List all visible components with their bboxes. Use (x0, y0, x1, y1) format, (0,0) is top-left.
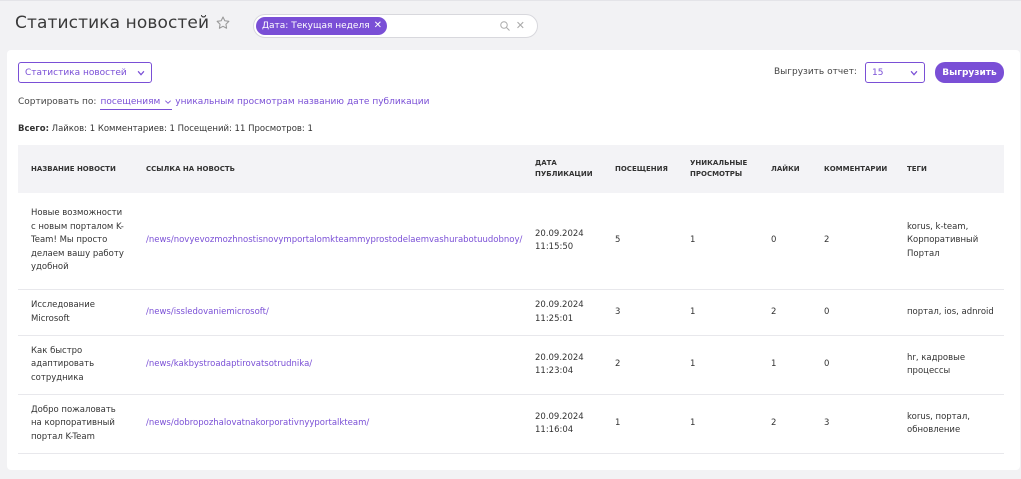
publish-date-time: 11:23:04 (535, 366, 574, 376)
totals-text: Лайков: 1 Комментариев: 1 Посещений: 11 … (51, 124, 313, 134)
news-tags: портал, ios, adnroid (907, 306, 994, 317)
filter-chip-label: Дата: Текущая неделя (262, 21, 370, 31)
likes-count: 1 (771, 359, 777, 370)
publish-date-time: 11:15:50 (535, 242, 574, 252)
export-button[interactable]: Выгрузить (935, 62, 1004, 83)
table-row: Добро пожаловать на корпоративный портал… (18, 395, 1004, 454)
publish-date-day: 20.09.2024 (535, 300, 584, 310)
publish-date-time: 11:16:04 (535, 425, 574, 435)
page-size-value: 15 (872, 67, 884, 78)
sort-option-visits[interactable]: посещениям (100, 97, 173, 110)
likes-count: 2 (771, 418, 777, 429)
column-header-unique[interactable]: Уникальные просмотры (686, 158, 767, 180)
filter-chip-date[interactable]: Дата: Текущая неделя ✕ (256, 17, 387, 35)
publish-date-day: 20.09.2024 (535, 411, 584, 422)
page-title: Статистика новостей (15, 13, 210, 33)
table-row: Новые возможности с новым порталом K-Tea… (18, 193, 1004, 290)
comments-count: 0 (824, 359, 830, 370)
sort-option-date[interactable]: дате публикации (347, 97, 430, 107)
totals-label: Всего: (18, 124, 49, 134)
chevron-down-icon (165, 100, 172, 104)
publish-date-day: 20.09.2024 (535, 352, 584, 363)
news-link[interactable]: /news/issledovaniemicrosoft/ (132, 306, 531, 320)
comments-count: 3 (824, 418, 830, 429)
unique-views-count: 1 (690, 235, 696, 246)
unique-views-count: 1 (690, 418, 696, 429)
chevron-down-icon (137, 70, 145, 76)
news-table: Название новости Ссылка на новость Дата … (18, 145, 1004, 454)
sort-option-unique[interactable]: уникальным просмотрам (175, 97, 294, 107)
news-tags: hr, кадровые процессы (907, 352, 966, 377)
publish-date: 20.09.2024 11:23:04 (531, 352, 611, 379)
export-label: Выгрузить отчет: (774, 67, 857, 77)
news-title: Исследование Microsoft (31, 300, 95, 324)
search-icon[interactable] (499, 20, 511, 32)
column-header-comments[interactable]: Комментарии (820, 164, 903, 175)
page-title-wrap: Статистика новостей (15, 13, 231, 33)
column-header-tags[interactable]: Теги (903, 164, 1004, 175)
likes-count: 2 (771, 306, 777, 317)
publish-date: 20.09.2024 11:16:04 (531, 411, 611, 438)
comments-count: 2 (824, 235, 830, 246)
close-icon[interactable]: ✕ (374, 21, 382, 31)
visits-count: 2 (615, 359, 621, 370)
unique-views-count: 1 (690, 359, 696, 370)
comments-count: 0 (824, 306, 830, 317)
sort-label: Сортировать по: (18, 97, 97, 107)
table-header: Название новости Ссылка на новость Дата … (18, 145, 1004, 193)
top-divider (0, 0, 1021, 1)
publish-date-time: 11:25:01 (535, 313, 574, 324)
column-header-link[interactable]: Ссылка на новость (132, 164, 531, 175)
likes-count: 0 (771, 235, 777, 246)
totals-summary: Всего: Лайков: 1 Комментариев: 1 Посещен… (18, 124, 313, 134)
star-icon[interactable] (215, 15, 231, 31)
visits-count: 1 (615, 418, 621, 429)
news-link[interactable]: /news/kakbystroadaptirovatsotrudnika/ (132, 358, 531, 372)
publish-date-day: 20.09.2024 (535, 228, 584, 239)
publish-date: 20.09.2024 11:15:50 (531, 228, 611, 255)
news-link[interactable]: /news/dobropozhalovatnakorporativnyyport… (132, 417, 531, 431)
news-tags: korus, k-team, Корпоративный Портал (907, 221, 979, 259)
clear-filter-icon[interactable]: ✕ (516, 19, 525, 33)
news-link[interactable]: /news/novyevozmozhnostisnovymportalomkte… (132, 234, 531, 248)
news-title: Как быстро адаптировать сотрудника (31, 345, 95, 383)
column-header-date[interactable]: Дата публикации (531, 158, 611, 180)
news-title: Добро пожаловать на корпоративный портал… (31, 404, 116, 442)
news-tags: korus, портал, обновление (907, 411, 970, 436)
visits-count: 3 (615, 306, 621, 317)
statistics-card: Статистика новостей Выгрузить отчет: 15 … (7, 50, 1020, 470)
report-type-value: Статистика новостей (25, 67, 127, 78)
sort-active-label: посещениям (100, 97, 161, 107)
column-header-title[interactable]: Название новости (18, 164, 132, 175)
visits-count: 5 (615, 235, 621, 246)
publish-date: 20.09.2024 11:25:01 (531, 299, 611, 326)
sort-option-title[interactable]: названию (298, 97, 344, 107)
page-size-select[interactable]: 15 (865, 62, 925, 83)
unique-views-count: 1 (690, 306, 696, 317)
column-header-likes[interactable]: Лайки (767, 164, 820, 175)
news-title: Новые возможности с новым порталом K-Tea… (31, 208, 124, 273)
report-type-select[interactable]: Статистика новостей (18, 62, 152, 83)
table-row: Как быстро адаптировать сотрудника /news… (18, 336, 1004, 395)
filter-search-input[interactable]: Дата: Текущая неделя ✕ ✕ (253, 14, 538, 38)
column-header-visits[interactable]: Посещения (611, 164, 686, 175)
chevron-down-icon (910, 70, 918, 76)
table-row: Исследование Microsoft /news/issledovani… (18, 290, 1004, 336)
sort-bar: Сортировать по: посещениям уникальным пр… (18, 97, 429, 110)
